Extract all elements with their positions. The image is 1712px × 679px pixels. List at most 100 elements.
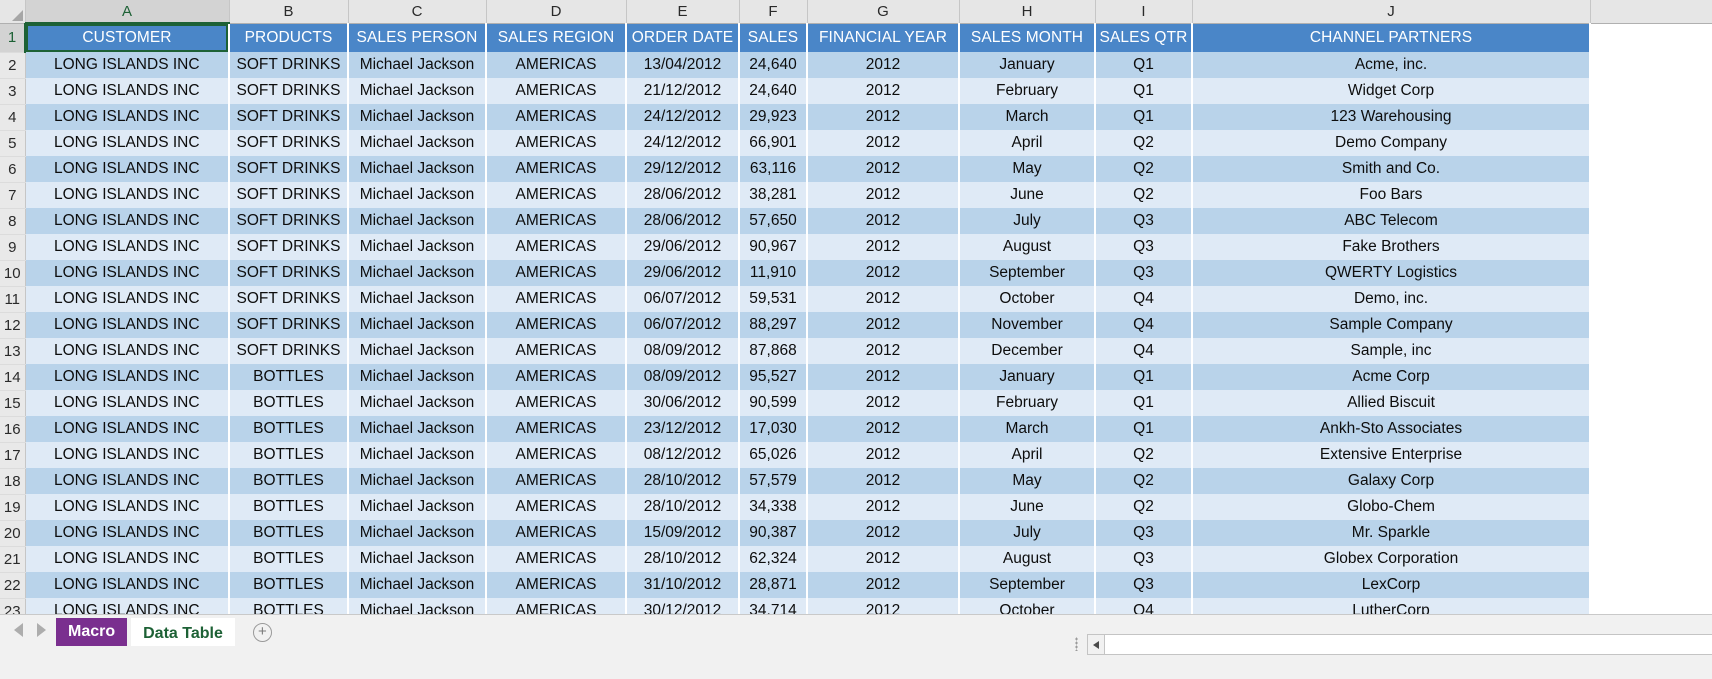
row-header-7[interactable]: 7 — [0, 182, 26, 209]
cell-products[interactable]: SOFT DRINKS — [229, 104, 349, 130]
cell-customer[interactable]: LONG ISLANDS INC — [25, 182, 230, 208]
cell-sales-month[interactable]: August — [959, 234, 1096, 260]
cell-financial-year[interactable]: 2012 — [807, 520, 960, 546]
cell-sales-month[interactable]: April — [959, 442, 1096, 468]
cell-order-date[interactable]: 28/06/2012 — [626, 182, 740, 208]
cell-sales-month[interactable]: February — [959, 390, 1096, 416]
table-row[interactable]: 23 LONG ISLANDS INC BOTTLES Michael Jackson… — [0, 598, 1712, 614]
cell-products[interactable]: BOTTLES — [229, 546, 349, 572]
row-header-16[interactable]: 16 — [0, 416, 26, 443]
cell-customer[interactable]: LONG ISLANDS INC — [25, 208, 230, 234]
cell-products[interactable]: SOFT DRINKS — [229, 156, 349, 182]
cell-channel-partners[interactable]: Sample, inc — [1192, 338, 1591, 364]
table-row[interactable]: 14 LONG ISLANDS INC BOTTLES Michael Jackson… — [0, 364, 1712, 391]
table-row[interactable]: 6 LONG ISLANDS INC SOFT DRINKS Michael Jack… — [0, 156, 1712, 183]
cell-channel-partners[interactable]: Demo, inc. — [1192, 286, 1591, 312]
header-cell-sales-qtr[interactable]: SALES QTR — [1095, 23, 1193, 52]
table-row[interactable]: 19 LONG ISLANDS INC BOTTLES Michael Jackson… — [0, 494, 1712, 521]
cell-sales-person[interactable]: Michael Jackson — [348, 260, 487, 286]
cell-financial-year[interactable]: 2012 — [807, 468, 960, 494]
table-row[interactable]: 10 LONG ISLANDS INC SOFT DRINKS Michael Jac… — [0, 260, 1712, 287]
column-header-h[interactable]: H — [959, 0, 1096, 24]
cell-order-date[interactable]: 28/10/2012 — [626, 468, 740, 494]
table-row[interactable]: 3 LONG ISLANDS INC SOFT DRINKS Michael Jack… — [0, 78, 1712, 105]
column-header-a[interactable]: A — [25, 0, 230, 24]
cell-customer[interactable]: LONG ISLANDS INC — [25, 260, 230, 286]
cell-channel-partners[interactable]: Globex Corporation — [1192, 546, 1591, 572]
header-cell-sales-region[interactable]: SALES REGION — [486, 23, 627, 52]
header-cell-order-date[interactable]: ORDER DATE — [626, 23, 740, 52]
cell-sales-region[interactable]: AMERICAS — [486, 572, 627, 598]
cell-customer[interactable]: LONG ISLANDS INC — [25, 130, 230, 156]
cell-financial-year[interactable]: 2012 — [807, 494, 960, 520]
cell-sales[interactable]: 90,387 — [739, 520, 808, 546]
cell-sales-qtr[interactable]: Q4 — [1095, 286, 1193, 312]
cell-order-date[interactable]: 29/12/2012 — [626, 156, 740, 182]
cell-order-date[interactable]: 08/09/2012 — [626, 338, 740, 364]
cell-sales[interactable]: 34,338 — [739, 494, 808, 520]
cell-customer[interactable]: LONG ISLANDS INC — [25, 312, 230, 338]
cell-sales-person[interactable]: Michael Jackson — [348, 52, 487, 78]
cell-products[interactable]: BOTTLES — [229, 494, 349, 520]
cell-sales-region[interactable]: AMERICAS — [486, 78, 627, 104]
cell-channel-partners[interactable]: Acme, inc. — [1192, 52, 1591, 78]
cell-sales-region[interactable]: AMERICAS — [486, 546, 627, 572]
cell-sales-month[interactable]: January — [959, 364, 1096, 390]
cell-sales[interactable]: 17,030 — [739, 416, 808, 442]
cell-sales-region[interactable]: AMERICAS — [486, 234, 627, 260]
cell-sales[interactable]: 90,967 — [739, 234, 808, 260]
cell-products[interactable]: SOFT DRINKS — [229, 78, 349, 104]
cell-customer[interactable]: LONG ISLANDS INC — [25, 364, 230, 390]
cell-financial-year[interactable]: 2012 — [807, 156, 960, 182]
cell-sales-person[interactable]: Michael Jackson — [348, 442, 487, 468]
row-header-2[interactable]: 2 — [0, 52, 26, 79]
cell-sales-person[interactable]: Michael Jackson — [348, 286, 487, 312]
cell-sales[interactable]: 28,871 — [739, 572, 808, 598]
cell-sales[interactable]: 65,026 — [739, 442, 808, 468]
cell-financial-year[interactable]: 2012 — [807, 338, 960, 364]
cell-customer[interactable]: LONG ISLANDS INC — [25, 572, 230, 598]
tab-split-grip-icon[interactable] — [1075, 637, 1078, 651]
table-row[interactable]: 8 LONG ISLANDS INC SOFT DRINKS Michael Jack… — [0, 208, 1712, 235]
cell-channel-partners[interactable]: ABC Telecom — [1192, 208, 1591, 234]
table-row[interactable]: 7 LONG ISLANDS INC SOFT DRINKS Michael Jack… — [0, 182, 1712, 209]
cell-sales[interactable]: 24,640 — [739, 52, 808, 78]
cell-sales-person[interactable]: Michael Jackson — [348, 390, 487, 416]
add-sheet-icon[interactable]: + — [252, 623, 272, 642]
cell-sales-region[interactable]: AMERICAS — [486, 520, 627, 546]
cell-products[interactable]: BOTTLES — [229, 390, 349, 416]
cell-channel-partners[interactable]: LutherCorp — [1192, 598, 1591, 614]
cell-sales-person[interactable]: Michael Jackson — [348, 364, 487, 390]
cell-sales-person[interactable]: Michael Jackson — [348, 182, 487, 208]
cell-products[interactable]: BOTTLES — [229, 416, 349, 442]
cell-sales-person[interactable]: Michael Jackson — [348, 78, 487, 104]
cell-sales-person[interactable]: Michael Jackson — [348, 572, 487, 598]
header-cell-sales-person[interactable]: SALES PERSON — [348, 23, 487, 52]
cell-customer[interactable]: LONG ISLANDS INC — [25, 416, 230, 442]
cell-financial-year[interactable]: 2012 — [807, 52, 960, 78]
cell-sales[interactable]: 88,297 — [739, 312, 808, 338]
cell-products[interactable]: BOTTLES — [229, 442, 349, 468]
cell-order-date[interactable]: 13/04/2012 — [626, 52, 740, 78]
cell-customer[interactable]: LONG ISLANDS INC — [25, 156, 230, 182]
cell-customer[interactable]: LONG ISLANDS INC — [25, 338, 230, 364]
cell-customer[interactable]: LONG ISLANDS INC — [25, 546, 230, 572]
column-header-f[interactable]: F — [739, 0, 808, 24]
cell-sales-region[interactable]: AMERICAS — [486, 286, 627, 312]
cell-channel-partners[interactable]: Mr. Sparkle — [1192, 520, 1591, 546]
cell-sales-qtr[interactable]: Q1 — [1095, 364, 1193, 390]
cell-order-date[interactable]: 28/10/2012 — [626, 494, 740, 520]
cell-sales-month[interactable]: September — [959, 572, 1096, 598]
cell-sales-qtr[interactable]: Q2 — [1095, 130, 1193, 156]
cell-sales[interactable]: 63,116 — [739, 156, 808, 182]
cell-financial-year[interactable]: 2012 — [807, 312, 960, 338]
cell-sales-region[interactable]: AMERICAS — [486, 494, 627, 520]
cell-sales-region[interactable]: AMERICAS — [486, 598, 627, 614]
cell-products[interactable]: SOFT DRINKS — [229, 52, 349, 78]
cell-sales-region[interactable]: AMERICAS — [486, 156, 627, 182]
cell-financial-year[interactable]: 2012 — [807, 364, 960, 390]
cell-sales-qtr[interactable]: Q2 — [1095, 156, 1193, 182]
cell-sales-qtr[interactable]: Q1 — [1095, 52, 1193, 78]
cell-sales-person[interactable]: Michael Jackson — [348, 208, 487, 234]
cell-sales-region[interactable]: AMERICAS — [486, 52, 627, 78]
